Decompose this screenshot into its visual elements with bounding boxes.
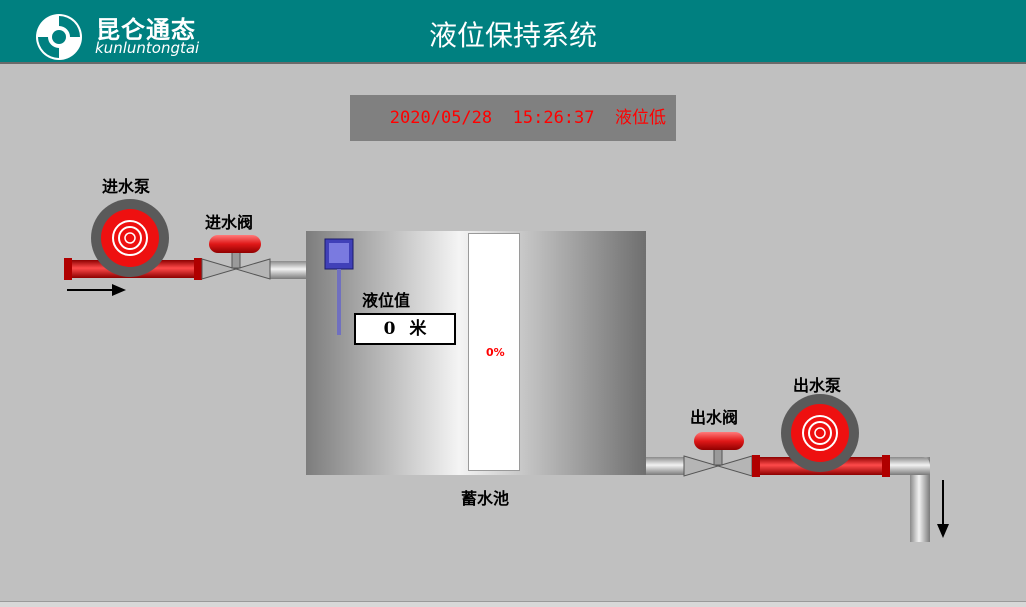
outlet-valve-label: 出水阀: [690, 408, 739, 427]
inlet-valve-label: 进水阀: [205, 213, 254, 232]
inlet-pump-label: 进水泵: [102, 177, 151, 196]
level-value-display: 0 米: [354, 313, 456, 345]
outlet-pump-icon[interactable]: [752, 394, 890, 477]
level-value: 0: [383, 319, 396, 339]
outlet-valve-icon[interactable]: [683, 432, 753, 477]
tank-label: 蓄水池: [461, 489, 510, 508]
inlet-pump-icon[interactable]: [64, 199, 206, 280]
inlet-valve-icon[interactable]: [201, 235, 271, 280]
flow-arrow-in-icon: [67, 284, 126, 296]
bottom-status-bar: [0, 601, 1026, 607]
flow-arrow-out-icon: [937, 480, 949, 538]
level-value-title: 液位值: [362, 291, 411, 310]
outlet-pump-label: 出水泵: [793, 376, 842, 395]
level-percent: 0%: [486, 346, 505, 359]
inlet-pipe: [270, 261, 306, 279]
outlet-drain-pipe: [890, 457, 930, 542]
outlet-pipe: [646, 457, 684, 475]
level-unit: 米: [409, 319, 427, 339]
